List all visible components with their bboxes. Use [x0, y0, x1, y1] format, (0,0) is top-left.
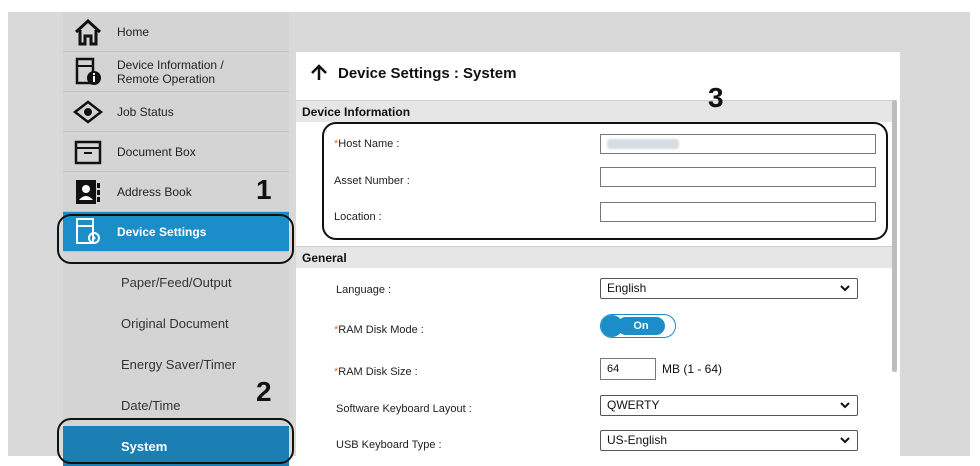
ram-disk-size-row: *RAM Disk Size : 64 MB (1 - 64) — [296, 356, 886, 390]
callout-number-3: 3 — [708, 82, 724, 113]
job-status-icon — [73, 97, 103, 127]
language-select[interactable]: English — [600, 278, 858, 299]
chevron-down-icon — [839, 398, 851, 418]
section-device-information: Device Information — [296, 100, 892, 122]
language-label: Language : — [336, 284, 392, 296]
arrow-up-icon[interactable] — [310, 64, 328, 82]
usb-keyboard-row: USB Keyboard Type : US-English — [296, 429, 886, 463]
sidebar-item-device-information[interactable]: Device Information / Remote Operation — [63, 52, 289, 92]
sidebar-item-label: Job Status — [117, 104, 174, 119]
vertical-scrollbar[interactable] — [892, 100, 897, 372]
page-title-text: Device Settings : System — [338, 64, 517, 82]
language-value: English — [607, 281, 647, 295]
sidebar-item-home[interactable]: Home — [63, 12, 289, 52]
callout-device-settings — [57, 214, 294, 264]
label-line-2: Remote Operation — [117, 71, 216, 86]
address-book-icon — [73, 177, 103, 207]
main-panel: Device Settings : System Device Informat… — [296, 52, 900, 456]
sidebar-subitem-paper-feed-output[interactable]: Paper/Feed/Output — [63, 262, 289, 302]
sidebar-item-document-box[interactable]: Document Box — [63, 132, 289, 172]
ram-disk-mode-toggle[interactable]: On — [600, 314, 676, 338]
toggle-state: On — [617, 317, 665, 335]
keyboard-layout-select[interactable]: QWERTY — [600, 395, 858, 416]
sidebar-item-label: Address Book — [117, 184, 192, 199]
home-icon — [73, 17, 103, 47]
page-title: Device Settings : System — [310, 64, 516, 82]
sidebar-item-job-status[interactable]: Job Status — [63, 92, 289, 132]
callout-number-1: 1 — [256, 174, 272, 205]
ram-disk-mode-row: *RAM Disk Mode : On — [296, 314, 886, 348]
usb-keyboard-value: US-English — [607, 433, 668, 447]
ram-disk-size-label: *RAM Disk Size : — [334, 366, 418, 378]
ram-disk-size-unit: MB (1 - 64) — [662, 362, 723, 376]
callout-device-information — [322, 122, 888, 240]
keyboard-layout-row: Software Keyboard Layout : QWERTY — [296, 393, 886, 427]
language-row: Language : English — [296, 274, 886, 308]
usb-keyboard-select[interactable]: US-English — [600, 430, 858, 451]
label-line-1: Device Information / — [117, 57, 224, 72]
sidebar-item-label: Device Information / Remote Operation — [117, 58, 224, 86]
keyboard-layout-value: QWERTY — [607, 398, 660, 412]
usb-keyboard-label: USB Keyboard Type : — [336, 439, 442, 451]
callout-system — [57, 418, 294, 464]
document-box-icon — [73, 137, 103, 167]
sidebar-item-label: Home — [117, 24, 150, 39]
callout-number-2: 2 — [256, 376, 272, 407]
sidebar-subitem-original-document[interactable]: Original Document — [63, 303, 289, 343]
section-general: General — [296, 246, 892, 268]
keyboard-layout-label: Software Keyboard Layout : — [336, 403, 472, 415]
device-info-icon — [73, 57, 103, 87]
ram-disk-mode-label: *RAM Disk Mode : — [334, 324, 424, 336]
ram-disk-size-field[interactable]: 64 — [600, 358, 656, 380]
sidebar-item-label: Document Box — [117, 144, 196, 159]
chevron-down-icon — [839, 433, 851, 453]
chevron-down-icon — [839, 281, 851, 301]
